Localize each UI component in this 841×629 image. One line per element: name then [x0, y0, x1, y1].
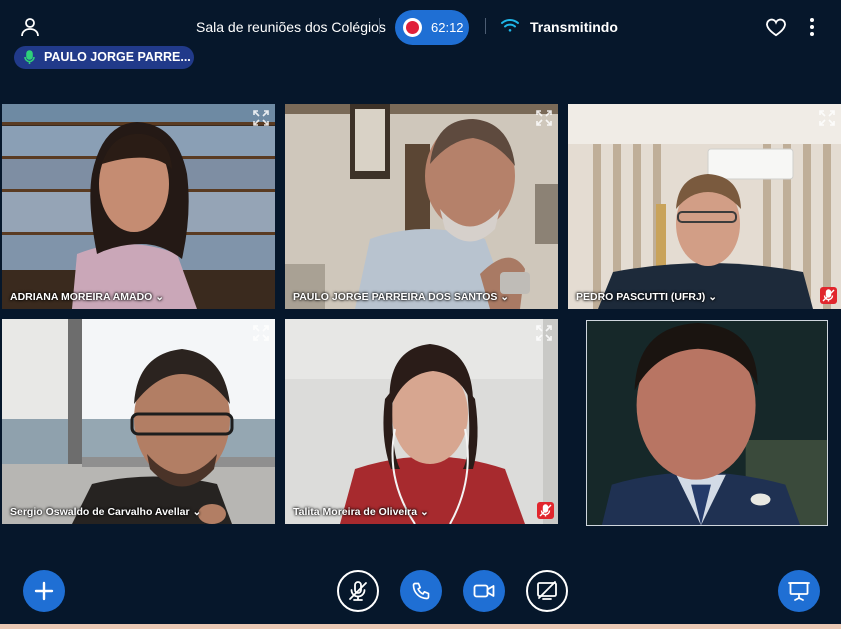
- phone-icon: [412, 582, 430, 600]
- mic-muted-icon: [820, 287, 837, 304]
- expand-icon[interactable]: [534, 108, 554, 128]
- video-icon: [473, 584, 495, 598]
- room-title: Sala de reuniões dos Colégios: [196, 19, 386, 35]
- record-icon: [403, 18, 422, 37]
- video-tile[interactable]: [586, 320, 828, 526]
- participant-name[interactable]: PEDRO PASCUTTI (UFRJ) ⌄: [576, 291, 717, 303]
- participant-name[interactable]: PAULO JORGE PARREIRA DOS SANTOS ⌄: [293, 291, 509, 303]
- bottom-strip: [0, 624, 841, 629]
- video-tile[interactable]: PEDRO PASCUTTI (UFRJ) ⌄: [568, 104, 841, 309]
- recording-button[interactable]: 62:12: [395, 10, 469, 45]
- participant-name[interactable]: Sergio Oswaldo de Carvalho Avellar ⌄: [10, 506, 201, 518]
- microphone-icon: [24, 50, 35, 64]
- screen-share-button[interactable]: [526, 570, 568, 612]
- video-tile[interactable]: Talita Moreira de Oliveira ⌄: [285, 319, 558, 524]
- expand-icon[interactable]: [251, 108, 271, 128]
- mic-off-icon: [349, 581, 367, 601]
- user-icon[interactable]: [18, 15, 42, 39]
- plus-icon: [34, 581, 54, 601]
- expand-icon[interactable]: [534, 323, 554, 343]
- leave-call-button[interactable]: [400, 570, 442, 612]
- presentation-button[interactable]: [778, 570, 820, 612]
- screen-share-off-icon: [537, 581, 557, 600]
- video-tile[interactable]: ADRIANA MOREIRA AMADO ⌄: [2, 104, 275, 309]
- video-tile[interactable]: Sergio Oswaldo de Carvalho Avellar ⌄: [2, 319, 275, 524]
- participant-video: [285, 319, 558, 524]
- camera-button[interactable]: [463, 570, 505, 612]
- speaking-name: PAULO JORGE PARRE...: [44, 50, 191, 64]
- participant-video: [568, 104, 841, 309]
- heart-icon[interactable]: [765, 17, 787, 37]
- recording-time: 62:12: [431, 20, 464, 35]
- participant-video: [285, 104, 558, 309]
- expand-icon[interactable]: [251, 323, 271, 343]
- divider: [485, 18, 486, 34]
- participant-video: [587, 321, 827, 525]
- expand-icon[interactable]: [817, 108, 837, 128]
- stream-status: Transmitindo: [530, 19, 618, 35]
- participant-name[interactable]: Talita Moreira de Oliveira ⌄: [293, 506, 429, 518]
- wifi-icon: [501, 19, 519, 32]
- mic-muted-icon: [537, 502, 554, 519]
- divider: [379, 18, 380, 34]
- more-vertical-icon[interactable]: [803, 15, 821, 39]
- top-bar: Sala de reuniões dos Colégios 62:12 Tran…: [0, 0, 841, 50]
- speaking-indicator: PAULO JORGE PARRE...: [14, 46, 194, 69]
- mute-button[interactable]: [337, 570, 379, 612]
- participant-video: [2, 104, 275, 309]
- video-tile[interactable]: PAULO JORGE PARREIRA DOS SANTOS ⌄: [285, 104, 558, 309]
- add-button[interactable]: [23, 570, 65, 612]
- participant-name[interactable]: ADRIANA MOREIRA AMADO ⌄: [10, 291, 164, 303]
- presentation-icon: [788, 582, 810, 601]
- participant-video: [2, 319, 275, 524]
